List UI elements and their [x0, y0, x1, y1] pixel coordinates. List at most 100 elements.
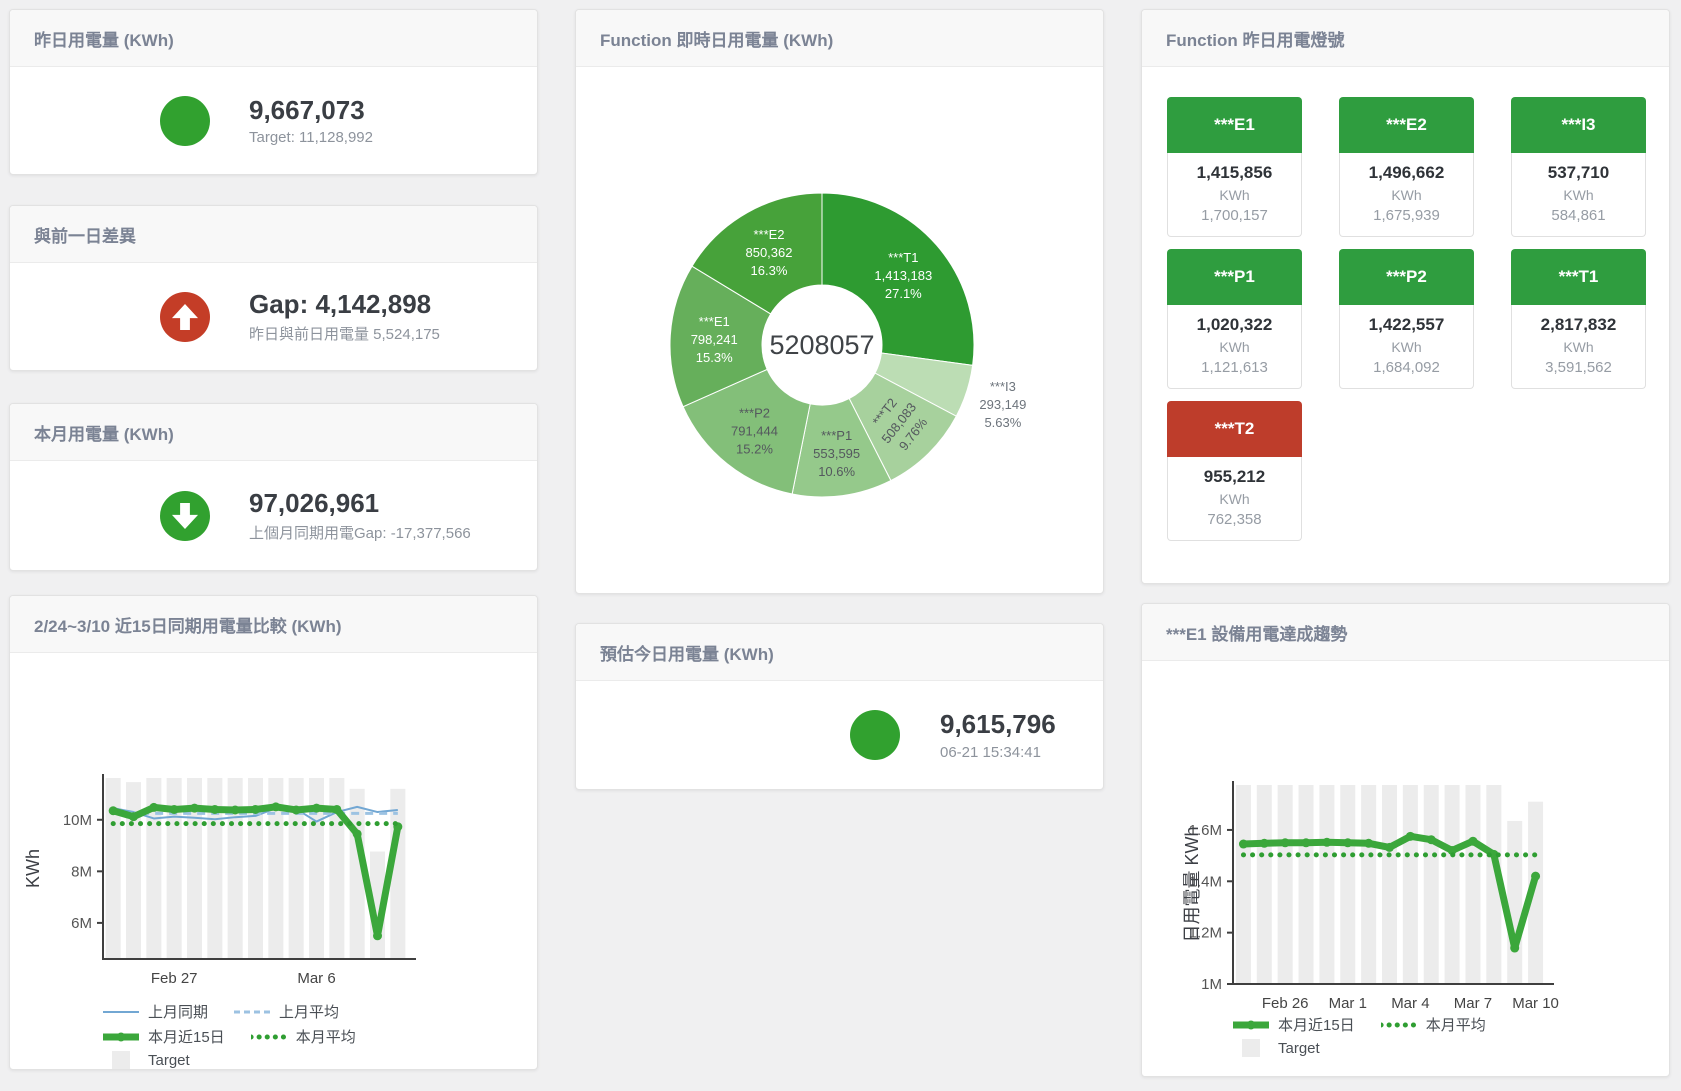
lamp-tile-body: 955,212KWh762,358: [1167, 457, 1302, 541]
card-yesterday-usage: 昨日用電量 (KWh) 9,667,073 Target: 11,128,992: [9, 9, 538, 175]
series-point: [149, 803, 158, 812]
target-bar: [1382, 785, 1397, 984]
legend-label: 上月同期: [148, 1001, 208, 1022]
x-axis-tick: Feb 26: [1262, 995, 1309, 1012]
target-bar: [1465, 785, 1480, 984]
lamp-tile[interactable]: ***E11,415,856KWh1,700,157: [1167, 97, 1302, 237]
series-point: [1302, 838, 1311, 847]
realtime-usage-donut-chart[interactable]: ***T11,413,18327.1%***I3293,1495.63%***T…: [576, 67, 1103, 592]
kpi-subtitle: 06-21 15:34:41: [940, 744, 1056, 761]
energy-dashboard: 昨日用電量 (KWh) 9,667,073 Target: 11,128,992…: [0, 0, 1681, 1091]
legend-sample-icon: [1381, 1016, 1417, 1034]
y-axis-label: 日用電量 KWh: [1182, 826, 1202, 942]
lamp-tile[interactable]: ***T12,817,832KWh3,591,562: [1511, 249, 1646, 389]
target-bar: [289, 778, 304, 959]
lamp-unit: KWh: [1168, 491, 1301, 507]
status-circle-icon: [850, 710, 900, 760]
legend-item[interactable]: 本月平均: [251, 1026, 356, 1047]
lamp-unit: KWh: [1168, 339, 1301, 355]
lamp-tile-body: 537,710KWh584,861: [1511, 153, 1646, 237]
kpi-subtitle: 昨日與前日用電量 5,524,175: [249, 323, 440, 344]
legend-sample-icon: [103, 1003, 139, 1021]
card-title: Function 昨日用電燈號: [1142, 10, 1669, 67]
card-title: 昨日用電量 (KWh): [10, 10, 537, 67]
legend-row: 上月同期 上月平均: [103, 1001, 356, 1022]
legend-row: Target: [103, 1051, 356, 1069]
lamp-unit: KWh: [1512, 187, 1645, 203]
legend-sample-icon: [234, 1003, 270, 1021]
y-axis-label: KWh: [23, 849, 43, 888]
card-realtime-donut: Function 即時日用電量 (KWh) ***T11,413,18327.1…: [575, 9, 1104, 594]
lamp-value: 1,020,322: [1168, 315, 1301, 335]
legend-label: 本月平均: [296, 1026, 356, 1047]
legend-item[interactable]: 本月平均: [1381, 1014, 1486, 1035]
x-axis-tick: Mar 7: [1454, 995, 1492, 1012]
x-axis-tick: Mar 1: [1329, 995, 1367, 1012]
series-point: [1322, 838, 1331, 847]
series-point: [231, 805, 240, 814]
legend-sample-icon: [251, 1028, 287, 1046]
target-bar: [1424, 785, 1439, 984]
target-bar: [126, 782, 141, 959]
lamp-tile-body: 1,422,557KWh1,684,092: [1339, 305, 1474, 389]
lamp-tile[interactable]: ***P21,422,557KWh1,684,092: [1339, 249, 1474, 389]
legend-item[interactable]: 上月同期: [103, 1001, 208, 1022]
series-point: [210, 805, 219, 814]
compare-chart-legend: 上月同期 上月平均本月近15日 本月平均 Target: [103, 1001, 356, 1069]
lamp-tile[interactable]: ***I3537,710KWh584,861: [1511, 97, 1646, 237]
card-title: Function 即時日用電量 (KWh): [576, 10, 1103, 67]
card-lamp-status: Function 昨日用電燈號 ***E11,415,856KWh1,700,1…: [1141, 9, 1670, 584]
series-point: [129, 812, 138, 821]
series-point: [1281, 838, 1290, 847]
legend-row: Target: [1233, 1039, 1486, 1057]
legend-sample-icon: [1233, 1039, 1269, 1057]
lamp-tile-body: 1,020,322KWh1,121,613: [1167, 305, 1302, 389]
series-point: [312, 804, 321, 813]
legend-item[interactable]: Target: [103, 1051, 190, 1069]
status-circle-icon: [160, 96, 210, 146]
legend-item[interactable]: 本月近15日: [103, 1026, 225, 1047]
lamp-value: 1,422,557: [1340, 315, 1473, 335]
lamp-tile[interactable]: ***P11,020,322KWh1,121,613: [1167, 249, 1302, 389]
lamp-tile-label: ***I3: [1511, 97, 1646, 153]
target-bar: [106, 778, 121, 959]
arrow-down-circle-icon: [160, 491, 210, 541]
card-title: 本月用電量 (KWh): [10, 404, 537, 461]
series-point: [1468, 837, 1477, 846]
legend-label: 上月平均: [279, 1001, 339, 1022]
lamp-target-value: 1,675,939: [1340, 207, 1473, 224]
kpi-value: 97,026,961: [249, 488, 471, 519]
series-point: [1239, 840, 1248, 849]
target-bar: [1361, 785, 1376, 984]
legend-item[interactable]: Target: [1233, 1039, 1320, 1057]
x-axis-tick: Feb 27: [151, 970, 198, 987]
legend-item[interactable]: 上月平均: [234, 1001, 339, 1022]
lamp-tile[interactable]: ***E21,496,662KWh1,675,939: [1339, 97, 1474, 237]
lamp-value: 955,212: [1168, 467, 1301, 487]
legend-item[interactable]: 本月近15日: [1233, 1014, 1355, 1035]
target-bar: [1507, 821, 1522, 984]
lamp-tile[interactable]: ***T2955,212KWh762,358: [1167, 401, 1302, 541]
series-point: [1531, 872, 1540, 881]
lamp-value: 2,817,832: [1512, 315, 1645, 335]
kpi-value: Gap: 4,142,898: [249, 289, 440, 320]
legend-label: 本月近15日: [1278, 1014, 1355, 1035]
donut-slice-label: ***I3293,1495.63%: [979, 379, 1026, 430]
series-point: [251, 805, 260, 814]
series-point: [292, 805, 301, 814]
lamp-tile-grid: ***E11,415,856KWh1,700,157 ***E21,496,662…: [1167, 97, 1646, 541]
series-point: [190, 804, 199, 813]
series-point: [109, 806, 118, 815]
lamp-target-value: 1,684,092: [1340, 359, 1473, 376]
series-point: [1510, 944, 1519, 953]
target-bar: [228, 778, 243, 959]
legend-label: Target: [148, 1052, 190, 1069]
series-point: [1385, 843, 1394, 852]
lamp-tile-label: ***P2: [1339, 249, 1474, 305]
card-title: 2/24~3/10 近15日同期用電量比較 (KWh): [10, 596, 537, 653]
y-axis-tick: 1M: [1201, 976, 1222, 993]
y-axis-tick: 10M: [63, 812, 92, 829]
lamp-tile-body: 2,817,832KWh3,591,562: [1511, 305, 1646, 389]
card-month-usage: 本月用電量 (KWh) 97,026,961 上個月同期用電Gap: -17,3…: [9, 403, 538, 571]
card-today-estimate: 預估今日用電量 (KWh) 9,615,796 06-21 15:34:41: [575, 623, 1104, 790]
